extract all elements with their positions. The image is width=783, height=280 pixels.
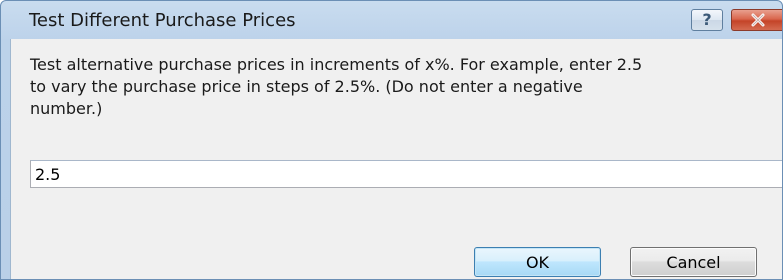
instruction-line: Test alternative purchase prices in incr… xyxy=(30,55,643,74)
cancel-button[interactable]: Cancel xyxy=(630,247,757,277)
dialog-body: Test alternative purchase prices in incr… xyxy=(10,39,782,279)
close-icon xyxy=(751,13,765,27)
title-bar[interactable]: Test Different Purchase Prices ? xyxy=(1,1,782,39)
ok-button[interactable]: OK xyxy=(474,247,601,277)
increment-input[interactable] xyxy=(30,160,782,188)
help-button[interactable]: ? xyxy=(691,9,723,31)
instruction-line: number.) xyxy=(30,99,103,118)
close-button[interactable] xyxy=(731,9,782,31)
instruction-text: Test alternative purchase prices in incr… xyxy=(30,54,782,120)
instruction-line: to vary the purchase price in steps of 2… xyxy=(30,77,583,96)
help-icon: ? xyxy=(702,10,712,29)
dialog-window: Test Different Purchase Prices ? Test al… xyxy=(0,0,783,280)
dialog-title: Test Different Purchase Prices xyxy=(29,10,296,31)
